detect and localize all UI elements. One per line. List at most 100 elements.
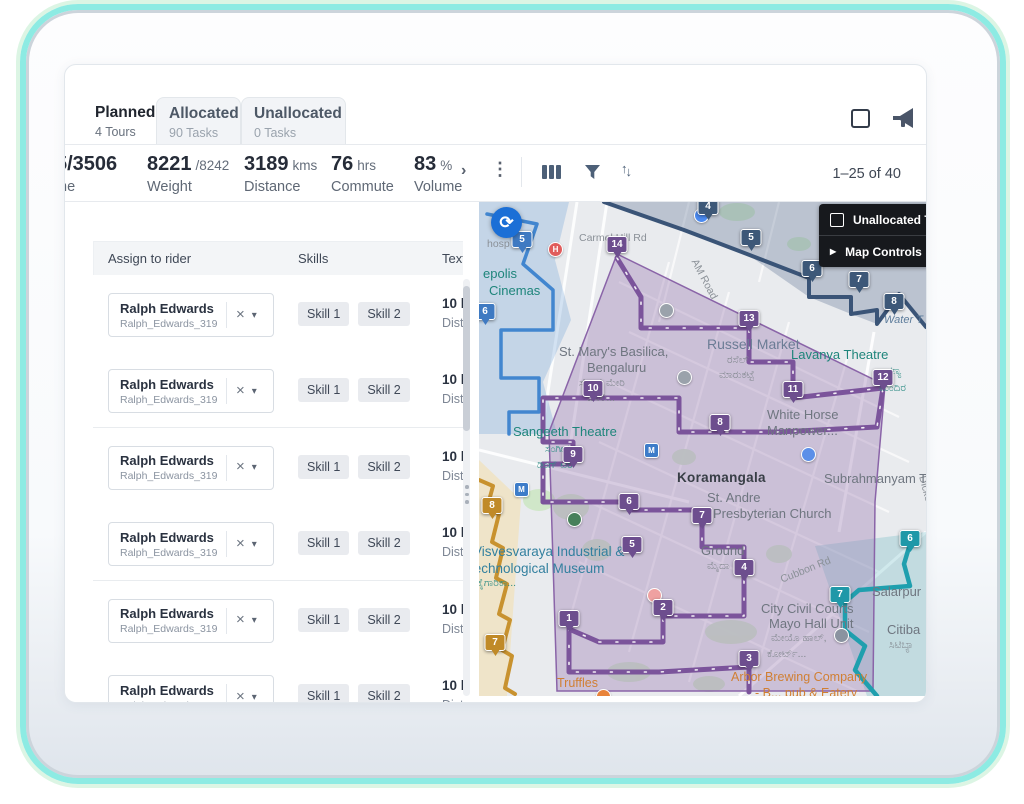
more-menu-icon[interactable]: ⋮ xyxy=(491,159,509,180)
rider-id: Ralph_Edwards_319 xyxy=(120,623,218,636)
clear-icon[interactable]: × xyxy=(227,688,252,703)
map-label: Citiba xyxy=(887,622,921,637)
task-marker-10[interactable]: 10 xyxy=(582,380,604,402)
map-controls-label: Map Controls xyxy=(845,244,922,259)
tab-title: Allocated xyxy=(169,105,239,122)
stats-scroll-right-chevron[interactable]: › xyxy=(461,162,466,180)
task-marker-6[interactable]: 6 xyxy=(899,530,921,552)
chevron-down-icon[interactable]: ▾ xyxy=(252,310,257,321)
rider-id: Ralph_Edwards_319 xyxy=(120,700,226,703)
map-controls-button[interactable]: ▶ Map Controls xyxy=(819,236,926,267)
header-skills: Skills xyxy=(298,251,329,266)
task-marker-9[interactable]: 9 xyxy=(562,446,584,468)
task-marker-5[interactable]: 5 xyxy=(740,229,762,251)
tab-planned[interactable]: Planned 4 Tours xyxy=(83,97,156,144)
task-marker-7[interactable]: 7 xyxy=(691,507,713,529)
rider-name: Ralph Edwards xyxy=(120,453,214,469)
rider-select[interactable]: Ralph Edwards Ralph_Edwards_319 × ▾ xyxy=(108,369,274,414)
task-marker-4[interactable]: 4 xyxy=(733,559,755,581)
rider-id: Ralph_Edwards_319 xyxy=(120,317,218,330)
row-metric: 10 k Dist xyxy=(442,602,463,636)
chevron-down-icon[interactable]: ▾ xyxy=(252,615,257,626)
stat-weight: 8221/8242 Weight xyxy=(147,153,230,195)
metric-value: 10 k xyxy=(442,525,463,541)
tab-unallocated[interactable]: Unallocated 0 Tasks xyxy=(241,97,346,144)
task-marker-8[interactable]: 8 xyxy=(481,497,503,519)
stat-clipped: 5/3506 me xyxy=(65,153,118,195)
map-label: Cinemas xyxy=(489,283,541,298)
map-label: Technological Museum xyxy=(479,561,605,576)
rider-select[interactable]: Ralph Edwards Ralph_Edwards_319 × ▾ xyxy=(108,675,274,702)
task-marker-1[interactable]: 1 xyxy=(558,610,580,632)
clear-icon[interactable]: × xyxy=(227,306,252,325)
chevron-down-icon[interactable]: ▾ xyxy=(252,692,257,703)
announcement-icon[interactable] xyxy=(891,107,919,131)
divider xyxy=(521,157,522,187)
task-marker-5[interactable]: 5 xyxy=(621,536,643,558)
skill-chip: Skill 1 xyxy=(298,302,350,326)
select-all-checkbox[interactable] xyxy=(851,109,870,128)
map-poi-icon: M xyxy=(644,443,659,458)
metric-value: 10 k xyxy=(442,296,463,311)
metric-label: Dist xyxy=(442,316,463,330)
skill-chip: Skill 2 xyxy=(358,378,410,403)
task-marker-8[interactable]: 8 xyxy=(883,293,905,315)
task-marker-3[interactable]: 3 xyxy=(738,650,760,672)
panel-resize-handle[interactable] xyxy=(465,485,470,508)
clear-icon[interactable]: × xyxy=(227,382,252,401)
tab-title: Planned xyxy=(95,104,156,121)
map-refresh-button[interactable]: ⟳ xyxy=(491,207,522,238)
task-marker-4[interactable]: 4 xyxy=(697,202,719,220)
task-marker-11[interactable]: 11 xyxy=(782,381,804,403)
task-marker-6[interactable]: 6 xyxy=(618,493,640,515)
unallocated-checkbox[interactable] xyxy=(830,212,844,227)
chevron-down-icon[interactable]: ▾ xyxy=(252,386,257,397)
task-marker-6[interactable]: 6 xyxy=(479,303,496,325)
columns-icon[interactable] xyxy=(542,165,561,179)
unallocated-tasks-toggle[interactable]: Unallocated T xyxy=(819,204,926,235)
skills-chips: Skill 1 Skill 2 xyxy=(298,454,410,479)
map-canvas[interactable]: HMM Carmel Hill RdAM RoadhospepolisCinem… xyxy=(479,202,926,696)
filter-icon[interactable] xyxy=(585,165,601,180)
table-row[interactable]: Ralph Edwards Ralph_Edwards_319 × ▾ Skil… xyxy=(93,580,463,658)
clear-icon[interactable]: × xyxy=(227,535,252,554)
header-assign-to-rider: Assign to rider xyxy=(108,251,192,266)
chevron-down-icon[interactable]: ▾ xyxy=(252,539,257,550)
task-marker-13[interactable]: 13 xyxy=(738,310,760,332)
skill-chip: Skill 1 xyxy=(298,607,350,632)
task-marker-7[interactable]: 7 xyxy=(848,271,870,293)
clear-icon[interactable]: × xyxy=(227,458,252,477)
rider-select[interactable]: Ralph Edwards Ralph_Edwards_319 × ▾ xyxy=(108,522,274,567)
row-metric: 10 k Dist xyxy=(442,296,463,330)
scrollbar-thumb[interactable] xyxy=(463,286,470,431)
rider-select[interactable]: Ralph Edwards Ralph_Edwards_319 × ▾ xyxy=(108,445,274,490)
task-marker-8[interactable]: 8 xyxy=(709,414,731,436)
task-marker-7[interactable]: 7 xyxy=(484,634,506,656)
metric-value: 10 k xyxy=(442,448,463,464)
map-label: St. Mary's Basilica, xyxy=(559,344,669,359)
rider-name: Ralph Edwards xyxy=(120,300,214,316)
header-text: Text E xyxy=(442,251,463,266)
metric-label: Dist xyxy=(442,392,463,407)
map-label: Bengaluru xyxy=(587,360,647,375)
tab-allocated[interactable]: Allocated 90 Tasks xyxy=(156,97,241,144)
task-marker-2[interactable]: 2 xyxy=(652,599,674,621)
clear-icon[interactable]: × xyxy=(227,611,252,630)
table-row[interactable]: Ralph Edwards Ralph_Edwards_319 × ▾ Skil… xyxy=(93,275,463,352)
task-marker-12[interactable]: 12 xyxy=(872,369,894,391)
table-row[interactable]: Ralph Edwards Ralph_Edwards_319 × ▾ Skil… xyxy=(93,657,463,702)
sort-icon[interactable]: ↑↓ xyxy=(621,161,634,179)
rider-select[interactable]: Ralph Edwards Ralph_Edwards_319 × ▾ xyxy=(108,293,274,337)
rider-name: Ralph Edwards xyxy=(120,606,214,622)
chevron-down-icon[interactable]: ▾ xyxy=(252,462,257,473)
task-marker-14[interactable]: 14 xyxy=(606,236,628,258)
table-row[interactable]: Ralph Edwards Ralph_Edwards_319 × ▾ Skil… xyxy=(93,427,463,505)
table-row[interactable]: Ralph Edwards Ralph_Edwards_319 × ▾ Skil… xyxy=(93,504,463,582)
map-poi-icon xyxy=(659,303,674,318)
table-row[interactable]: Ralph Edwards Ralph_Edwards_319 × ▾ Skil… xyxy=(93,351,463,429)
map-label: Koramangala xyxy=(677,470,766,485)
rider-select[interactable]: Ralph Edwards Ralph_Edwards_319 × ▾ xyxy=(108,598,274,643)
map-label: ಸಿಟಿಬ್ಯಾ xyxy=(889,639,914,651)
task-marker-7[interactable]: 7 xyxy=(829,586,851,608)
metric-label: Dist xyxy=(442,468,463,483)
